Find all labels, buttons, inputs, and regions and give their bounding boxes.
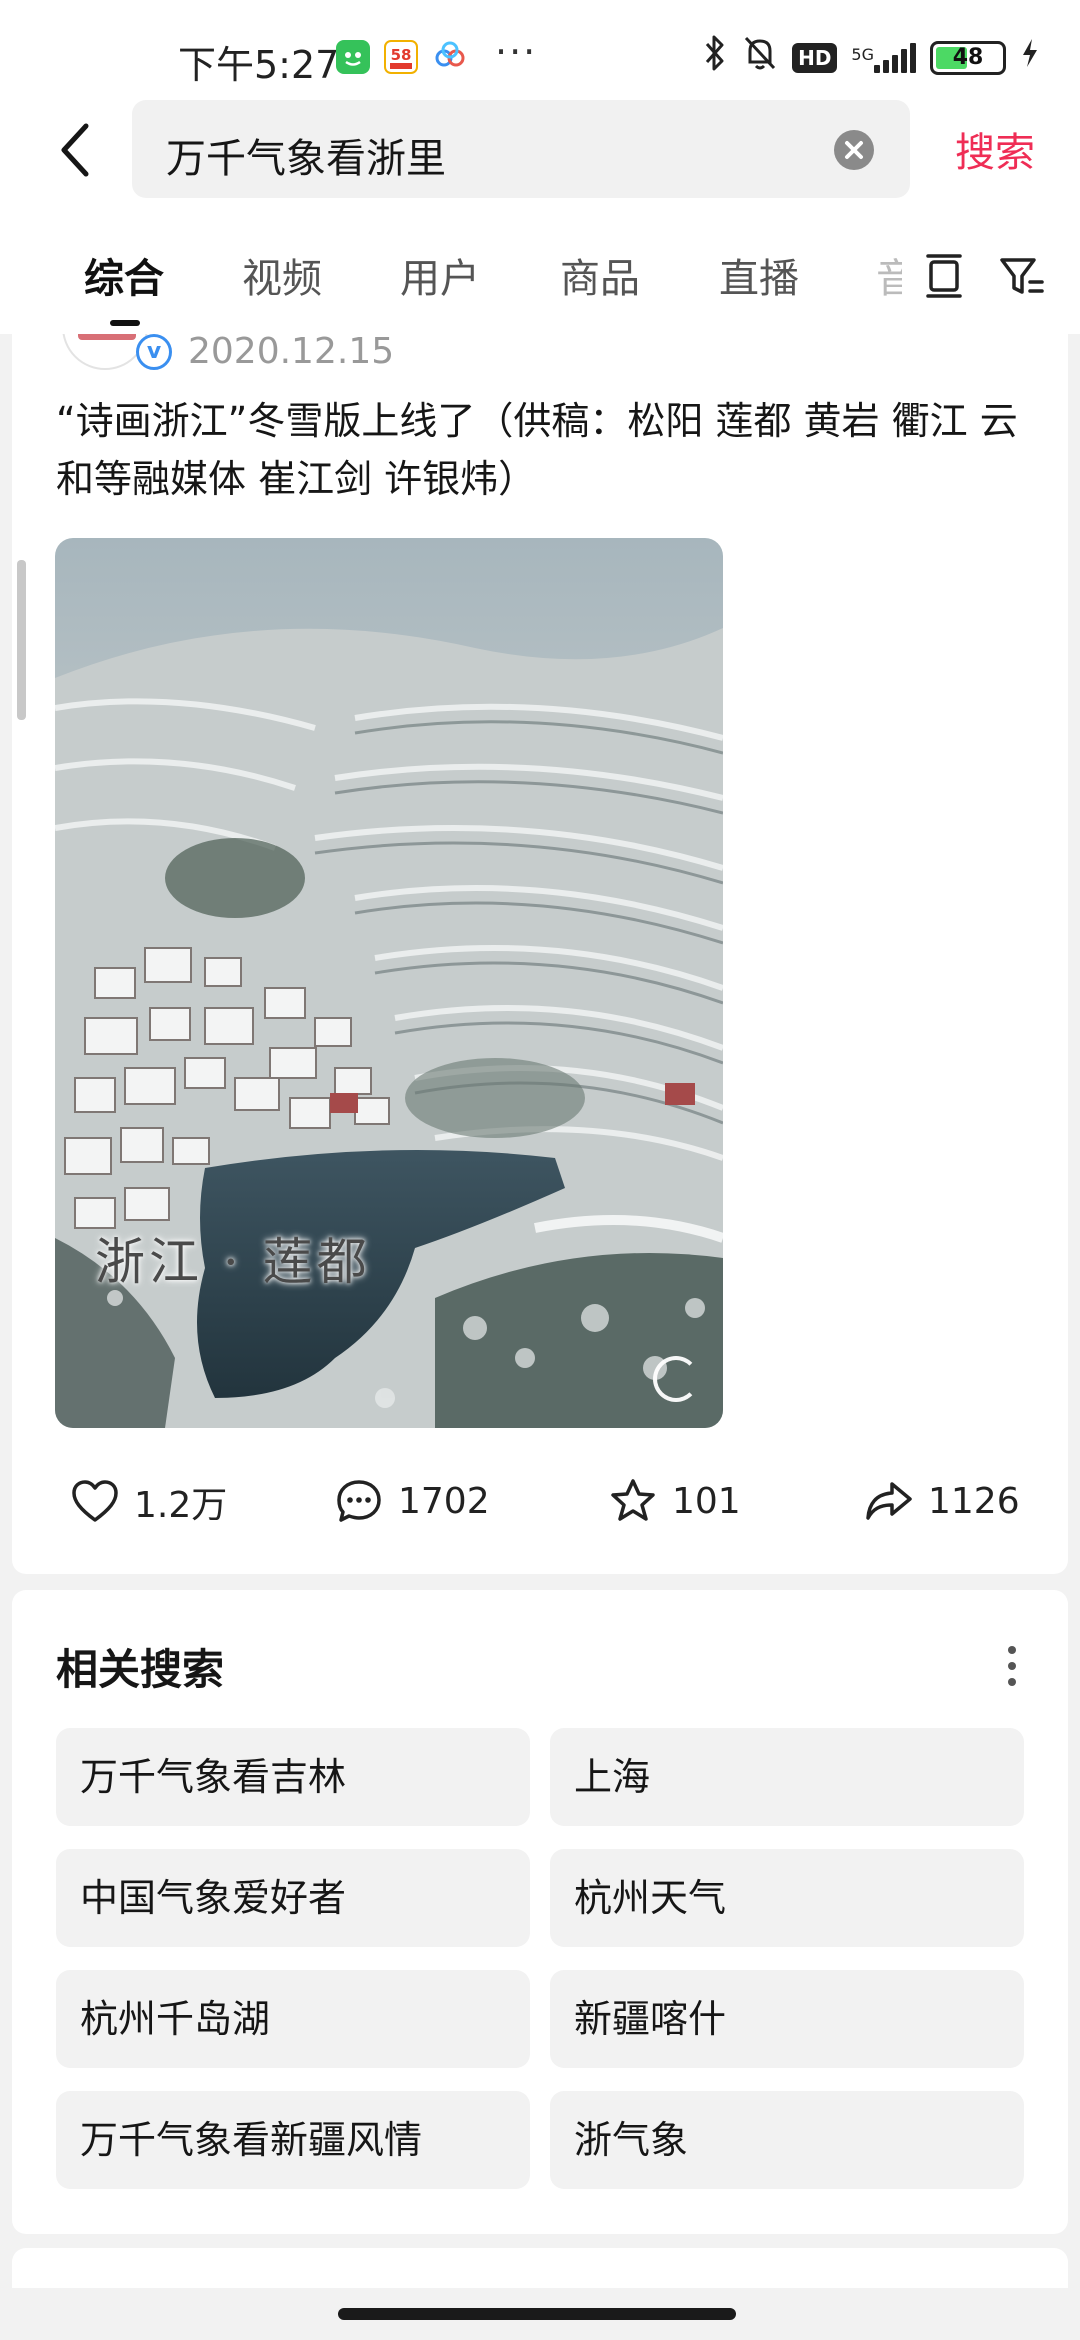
heart-icon bbox=[72, 1480, 118, 1522]
home-indicator[interactable] bbox=[338, 2308, 736, 2320]
video-caption: 浙江 · 莲都 bbox=[95, 1233, 371, 1291]
related-search-item[interactable]: 上海 bbox=[550, 1728, 1024, 1826]
tab-users[interactable]: 用户 bbox=[400, 246, 480, 304]
like-button[interactable]: 1.2万 bbox=[70, 1476, 227, 1528]
more-notifications-icon: ··· bbox=[495, 30, 538, 74]
status-time: 下午5:27 bbox=[178, 43, 340, 87]
tab-bar: 综合 视频 用户 商品 直播 音 bbox=[0, 216, 1080, 334]
battery-level: 48 bbox=[952, 45, 984, 70]
dot bbox=[1008, 1662, 1016, 1670]
active-tab-indicator bbox=[110, 320, 140, 326]
signal-icon: 5G bbox=[851, 43, 916, 73]
filter-button[interactable] bbox=[996, 250, 1048, 302]
search-query: 万千气象看浙里 bbox=[166, 136, 446, 182]
tab-products[interactable]: 商品 bbox=[560, 246, 640, 304]
search-input[interactable]: 万千气象看浙里 bbox=[132, 100, 910, 198]
cloud-app-icon bbox=[432, 40, 466, 74]
tab-music[interactable]: 音 bbox=[876, 246, 902, 304]
search-button[interactable]: 搜索 bbox=[955, 120, 1035, 178]
post-card[interactable]: v 2020.12.15 “诗画浙江”冬雪版上线了（供稿：松阳 莲都 黄岩 衢江… bbox=[12, 334, 1068, 1574]
app-notification-icon bbox=[336, 40, 370, 74]
search-header: 万千气象看浙里 搜索 bbox=[0, 90, 1080, 216]
mute-bell-icon bbox=[742, 34, 778, 83]
share-button[interactable]: 1126 bbox=[864, 1476, 1020, 1526]
snow-village-image bbox=[55, 538, 723, 1428]
related-searches: 相关搜索 万千气象看吉林 上海 中国气象爱好者 杭州天气 杭州千岛湖 新疆喀什 … bbox=[12, 1590, 1068, 2234]
post-date: 2020.12.15 bbox=[188, 334, 395, 372]
related-search-item[interactable]: 杭州天气 bbox=[550, 1849, 1024, 1947]
back-button[interactable] bbox=[48, 116, 108, 186]
post-actions: 1.2万 1702 101 1126 bbox=[12, 1464, 1068, 1544]
like-count: 1.2万 bbox=[134, 1485, 228, 1526]
tab-comprehensive[interactable]: 综合 bbox=[84, 246, 164, 304]
share-count: 1126 bbox=[928, 1480, 1020, 1522]
related-search-item[interactable]: 浙气象 bbox=[550, 2091, 1024, 2189]
favorite-button[interactable]: 101 bbox=[608, 1476, 741, 1526]
scrollbar[interactable] bbox=[17, 560, 26, 720]
related-search-item[interactable]: 万千气象看新疆风情 bbox=[56, 2091, 530, 2189]
video-thumbnail[interactable]: 浙江 · 莲都 bbox=[55, 538, 723, 1428]
layout-icon bbox=[926, 254, 962, 298]
next-card-peek bbox=[12, 2248, 1068, 2288]
comment-button[interactable]: 1702 bbox=[334, 1476, 490, 1526]
signal-bars bbox=[874, 43, 916, 73]
charging-icon bbox=[1020, 37, 1040, 80]
network-type: 5G bbox=[851, 45, 874, 64]
related-search-item[interactable]: 新疆喀什 bbox=[550, 1970, 1024, 2068]
star-icon bbox=[611, 1479, 655, 1521]
58-app-icon: 58 bbox=[384, 40, 418, 74]
favorite-count: 101 bbox=[672, 1480, 741, 1522]
loading-spinner-icon bbox=[653, 1356, 699, 1402]
battery-icon: 48 bbox=[930, 41, 1006, 75]
bluetooth-icon bbox=[702, 34, 728, 83]
status-right: HD 5G 48 bbox=[702, 35, 1040, 80]
verified-badge-icon: v bbox=[136, 334, 172, 370]
tab-live[interactable]: 直播 bbox=[719, 246, 799, 304]
svg-text:58: 58 bbox=[391, 46, 412, 64]
related-search-item[interactable]: 万千气象看吉林 bbox=[56, 1728, 530, 1826]
layout-toggle-button[interactable] bbox=[918, 250, 970, 302]
related-searches-title: 相关搜索 bbox=[56, 1645, 225, 1694]
dot bbox=[1008, 1646, 1016, 1654]
post-title[interactable]: “诗画浙江”冬雪版上线了（供稿：松阳 莲都 黄岩 衢江 云和等融媒体 崔江剑 许… bbox=[56, 392, 1026, 508]
comment-icon bbox=[337, 1480, 381, 1522]
share-icon bbox=[866, 1482, 912, 1520]
close-icon bbox=[845, 141, 863, 159]
hd-badge: HD bbox=[792, 43, 838, 73]
tab-video[interactable]: 视频 bbox=[242, 246, 322, 304]
more-options-button[interactable] bbox=[1004, 1642, 1020, 1692]
back-arrow-icon bbox=[61, 123, 89, 177]
related-search-item[interactable]: 杭州千岛湖 bbox=[56, 1970, 530, 2068]
clear-search-button[interactable] bbox=[834, 130, 874, 170]
related-search-item[interactable]: 中国气象爱好者 bbox=[56, 1849, 530, 1947]
comment-count: 1702 bbox=[398, 1480, 490, 1522]
filter-icon bbox=[1000, 258, 1044, 294]
dot bbox=[1008, 1678, 1016, 1686]
